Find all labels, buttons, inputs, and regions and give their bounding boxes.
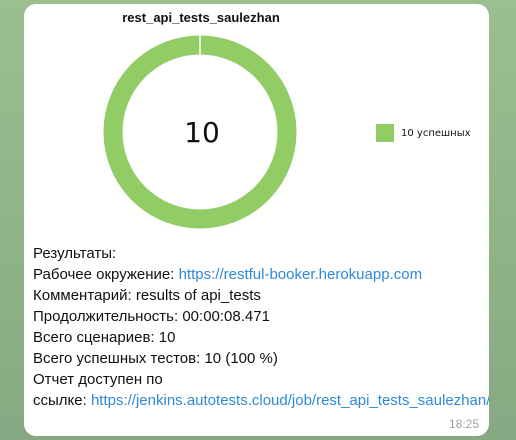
passed-label: Всего успешных тестов: [33, 350, 201, 367]
duration-line: Продолжительность: 00:00:08.471 [33, 306, 485, 327]
message-timestamp: 18:25 [448, 417, 479, 431]
report-label: ссылке: [33, 392, 87, 409]
environment-link[interactable]: https://restful-booker.herokuapp.com [179, 266, 422, 283]
comment-value: results of api_tests [135, 287, 261, 304]
passed-line: Всего успешных тестов: 10 (100 %) [33, 348, 485, 369]
environment-line: Рабочее окружение: https://restful-booke… [33, 264, 485, 285]
scenarios-label: Всего сценариев: [33, 329, 155, 346]
duration-value: 00:00:08.471 [182, 308, 270, 325]
chart-center-label: 10 [184, 116, 220, 149]
results-heading: Результаты: [33, 245, 117, 262]
comment-label: Комментарий: [33, 287, 132, 304]
message-text: Результаты: Рабочее окружение: https://r… [33, 243, 489, 411]
donut-chart[interactable]: rest_api_tests_saulezhan 10 10 успешных [24, 4, 489, 240]
report-link[interactable]: https://jenkins.autotests.cloud/job/rest… [91, 392, 489, 409]
message-bubble: rest_api_tests_saulezhan 10 10 успешных … [24, 4, 489, 436]
report-line: ссылке: https://jenkins.autotests.cloud/… [33, 390, 489, 411]
report-label-line: Отчет доступен по [33, 371, 163, 388]
chart-legend: 10 успешных [376, 124, 471, 142]
scenarios-line: Всего сценариев: 10 [33, 327, 485, 348]
donut-svg: 10 [103, 35, 297, 229]
duration-label: Продолжительность: [33, 308, 179, 325]
comment-line: Комментарий: results of api_tests [33, 285, 485, 306]
legend-label-passed: 10 успешных [401, 127, 471, 139]
scenarios-value: 10 [158, 329, 176, 346]
legend-swatch-passed [376, 124, 394, 142]
passed-value: 10 (100 %) [204, 350, 278, 367]
environment-label: Рабочее окружение: [33, 266, 175, 283]
